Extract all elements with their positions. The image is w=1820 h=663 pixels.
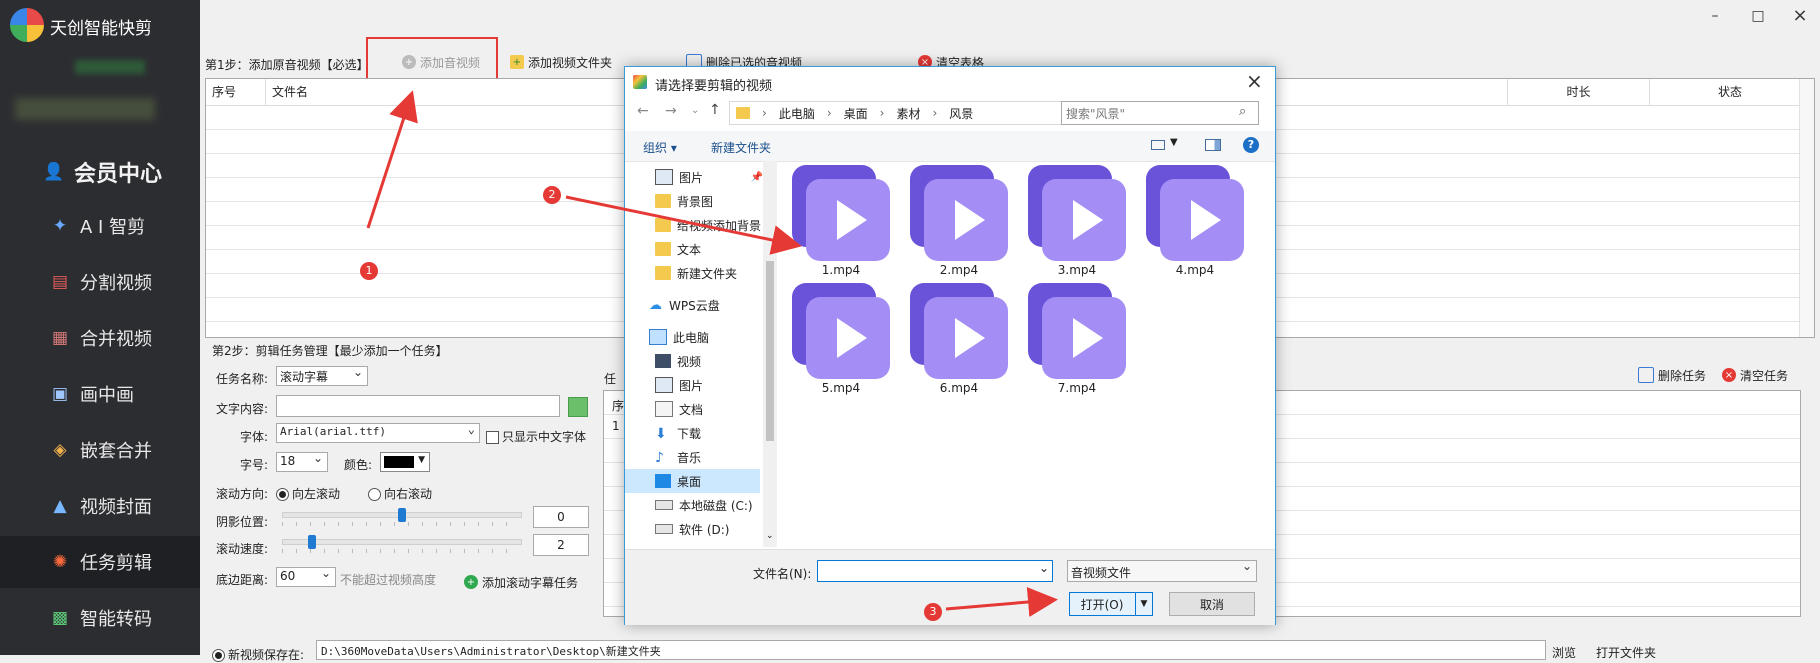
annotation-arrows bbox=[366, 90, 1058, 617]
arrow-to-open-button bbox=[945, 587, 1058, 617]
annotation-badge-3: 3 bbox=[924, 603, 942, 621]
arrow-to-files bbox=[565, 195, 802, 255]
annotation-badge-1: 1 bbox=[360, 262, 378, 280]
arrow-to-add-button bbox=[366, 90, 418, 229]
annotation-badge-2: 2 bbox=[543, 186, 561, 204]
